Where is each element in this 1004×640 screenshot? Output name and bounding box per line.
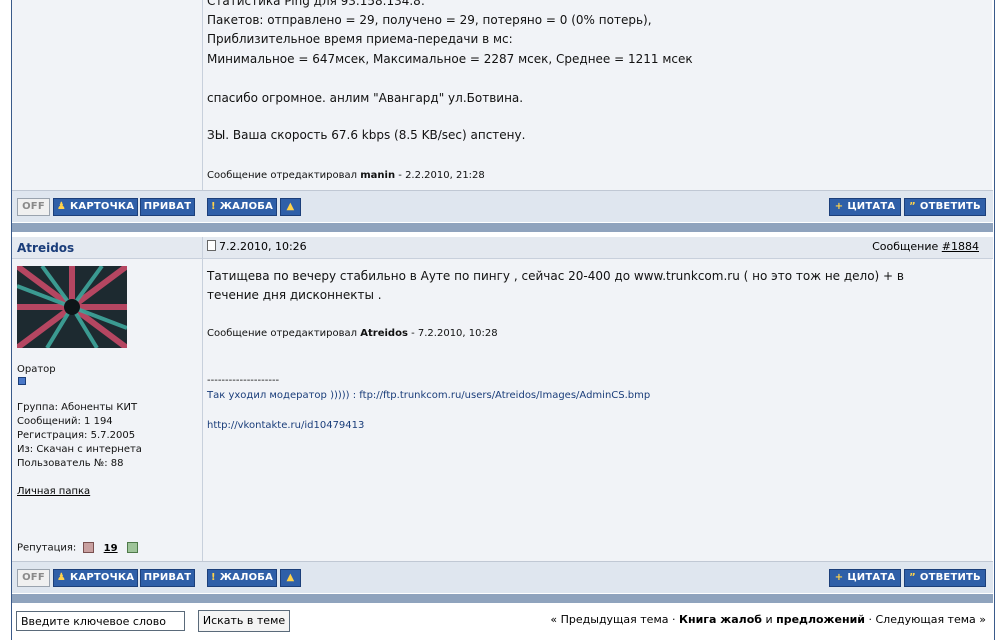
prev-post-line: ЗЫ. Ваша скорость 67.6 kbps (8.5 KB/sec)… (207, 128, 526, 142)
reply-label: ОТВЕТИТЬ (919, 201, 981, 212)
quote-button[interactable]: + ЦИТАТА (829, 198, 901, 216)
post-button-bar: OFF ♟ КАРТОЧКА ПРИВАТ ! ЖАЛОБА ▲ + ЦИТАТА ”… (12, 561, 993, 593)
complaint-label: ЖАЛОБА (219, 572, 274, 583)
prev-post-line: спасибо огромное. анлим "Авангард" ул.Бо… (207, 91, 524, 105)
profile-card-button[interactable]: ♟ КАРТОЧКА (53, 198, 138, 216)
topic-navigation: « Предыдущая тема · Книга жалоб и предло… (550, 613, 986, 626)
post-document-icon (207, 240, 216, 251)
signature-link[interactable]: Так уходил модератор ))))) : ftp://ftp.t… (207, 390, 650, 401)
post-separator (12, 594, 993, 603)
user-rank: Оратор (17, 364, 56, 375)
complaint-button[interactable]: ! ЖАЛОБА (207, 198, 277, 216)
avatar-image (17, 266, 127, 348)
quote-marks-icon: ” (909, 201, 916, 212)
prev-post-line: Приблизительное время приема-передачи в … (207, 32, 513, 46)
edited-prefix: Сообщение отредактировал (207, 170, 358, 181)
user-icon: ♟ (56, 201, 66, 212)
topic-search-input[interactable] (16, 611, 185, 631)
edited-user: Atreidos (360, 328, 408, 339)
private-message-button[interactable]: ПРИВАТ (140, 198, 195, 216)
arrow-up-icon: ▲ (286, 201, 295, 212)
post-number-label: Сообщение (872, 240, 939, 253)
card-label: КАРТОЧКА (70, 572, 135, 583)
reply-button[interactable]: ” ОТВЕТИТЬ (904, 198, 986, 216)
reputation-plus-icon[interactable] (126, 542, 138, 553)
reply-label: ОТВЕТИТЬ (919, 572, 981, 583)
reply-button[interactable]: ” ОТВЕТИТЬ (904, 569, 986, 587)
online-status-off-button[interactable]: OFF (17, 569, 50, 587)
user-group: Группа: Абоненты КИТ (17, 402, 138, 413)
next-topic-link[interactable]: Следующая тема » (875, 613, 986, 626)
arrow-up-icon: ▲ (286, 572, 295, 583)
plus-icon: + (834, 572, 844, 583)
profile-card-button[interactable]: ♟ КАРТОЧКА (53, 569, 138, 587)
user-post-count: Сообщений: 1 194 (17, 416, 113, 427)
prev-post-line: Минимальное = 647мсек, Максимальное = 22… (207, 52, 693, 66)
edited-prefix: Сообщение отредактировал (207, 328, 358, 339)
complaints-book-text: Книга жалоб (679, 613, 762, 626)
post-number: Сообщение #1884 (872, 240, 979, 253)
edited-date: - 2.2.2010, 21:28 (398, 170, 485, 181)
user-registration: Регистрация: 5.7.2005 (17, 430, 136, 441)
exclamation-icon: ! (210, 572, 216, 583)
rank-pip-icon (18, 377, 26, 385)
scroll-up-button[interactable]: ▲ (280, 198, 301, 216)
column-divider (202, 0, 203, 190)
user-location: Из: Скачан с интернета (17, 444, 142, 455)
card-label: КАРТОЧКА (70, 201, 135, 212)
post-permalink[interactable]: #1884 (942, 240, 979, 253)
post-header (12, 237, 993, 259)
signature-separator: -------------------- (207, 375, 280, 386)
private-message-button[interactable]: ПРИВАТ (140, 569, 195, 587)
post-author[interactable]: Atreidos (17, 241, 74, 255)
edited-user: manin (360, 170, 396, 181)
complaint-label: ЖАЛОБА (219, 201, 274, 212)
prev-post-profile-column (12, 0, 202, 190)
prev-post-edited-note: Сообщение отредактировал manin - 2.2.201… (207, 170, 485, 181)
quote-button[interactable]: + ЦИТАТА (829, 569, 901, 587)
nav-dot: · (864, 613, 876, 626)
reputation-label: Репутация: (17, 542, 77, 554)
search-in-topic-button[interactable]: Искать в теме (198, 610, 290, 632)
user-number: Пользователь №: 88 (17, 458, 124, 469)
personal-folder-link[interactable]: Личная папка (17, 486, 90, 497)
exclamation-icon: ! (210, 201, 216, 212)
column-divider (202, 237, 203, 561)
reputation-minus-icon[interactable] (83, 542, 95, 553)
quote-marks-icon: ” (909, 572, 916, 583)
prev-post-line: Пакетов: отправлено = 29, получено = 29,… (207, 13, 652, 27)
user-reputation: Репутация: 19 (17, 542, 138, 554)
plus-icon: + (834, 201, 844, 212)
post-date: 7.2.2010, 10:26 (207, 240, 307, 253)
signature-vk-link[interactable]: http://vkontakte.ru/id10479413 (207, 420, 364, 431)
reputation-value[interactable]: 19 (104, 543, 118, 554)
avatar (17, 266, 127, 348)
post-text-line: Татищева по вечеру стабильно в Ауте по п… (207, 269, 904, 283)
edited-date: - 7.2.2010, 10:28 (411, 328, 498, 339)
online-status-off-button[interactable]: OFF (17, 198, 50, 216)
prev-post-body: Статистика Ping для 93.158.134.8: Пакето… (203, 0, 992, 190)
quote-label: ЦИТАТА (847, 201, 896, 212)
quote-label: ЦИТАТА (847, 572, 896, 583)
complaints-and-text: и (761, 613, 777, 626)
post-separator (12, 223, 993, 232)
prev-post-line: Статистика Ping для 93.158.134.8: (207, 0, 425, 8)
user-icon: ♟ (56, 572, 66, 583)
complaints-book-link[interactable]: Книга жалоб и предложений (679, 613, 865, 626)
previous-topic-link[interactable]: « Предыдущая тема (550, 613, 668, 626)
complaint-button[interactable]: ! ЖАЛОБА (207, 569, 277, 587)
suggestions-text: предложений (776, 613, 865, 626)
post-edited-note: Сообщение отредактировал Atreidos - 7.2.… (207, 328, 498, 339)
prev-post-button-bar: OFF ♟ КАРТОЧКА ПРИВАТ ! ЖАЛОБА ▲ + ЦИТАТА ”… (12, 190, 993, 222)
scroll-up-button[interactable]: ▲ (280, 569, 301, 587)
post-date-text: 7.2.2010, 10:26 (219, 240, 307, 253)
post-text-line: течение дня дисконнекты . (207, 288, 382, 302)
nav-dot: · (668, 613, 679, 626)
